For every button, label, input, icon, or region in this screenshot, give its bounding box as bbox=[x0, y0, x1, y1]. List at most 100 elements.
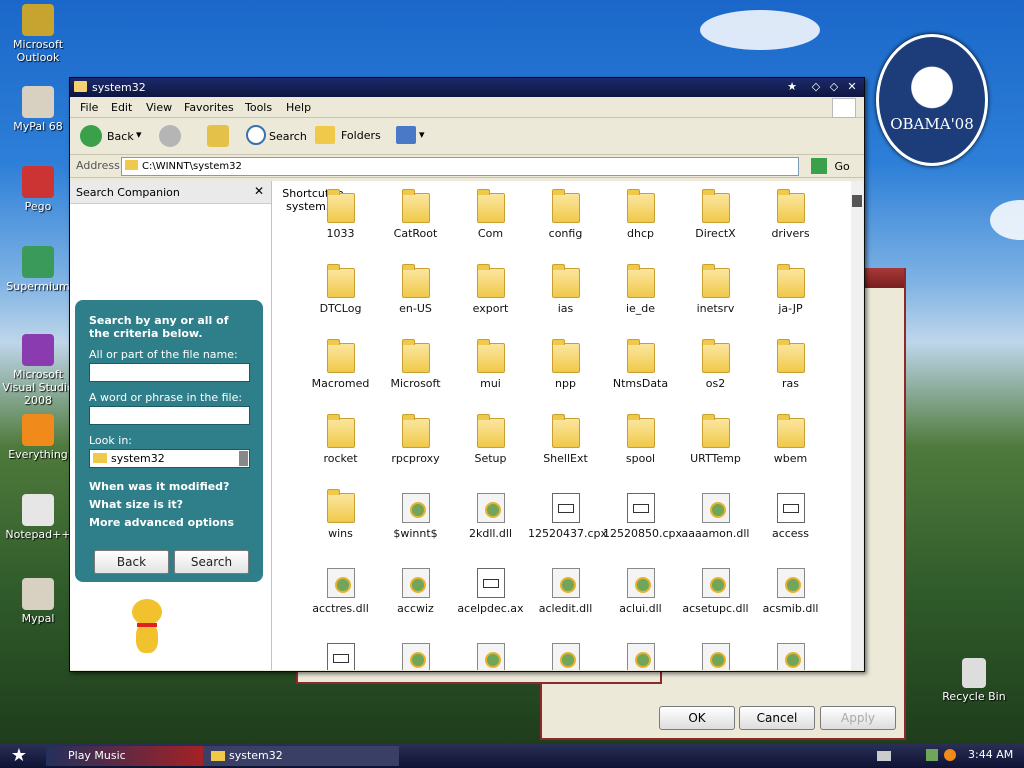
supermium-icon[interactable]: Supermium bbox=[0, 246, 76, 293]
close-button[interactable]: ✕ bbox=[846, 81, 858, 93]
pego-icon[interactable]: Pego bbox=[0, 166, 76, 213]
option-more-advanced[interactable]: More advanced options bbox=[89, 516, 234, 529]
option-what-size[interactable]: What size is it? bbox=[89, 498, 183, 511]
dropdown-icon[interactable] bbox=[239, 451, 248, 466]
file-item[interactable]: accwiz bbox=[378, 568, 453, 615]
file-item[interactable]: wins bbox=[303, 489, 378, 540]
apply-button[interactable]: Apply bbox=[820, 706, 896, 730]
file-item[interactable]: ie_de bbox=[603, 264, 678, 315]
companion-close-icon[interactable]: ✕ bbox=[254, 184, 264, 198]
search-dog-icon[interactable] bbox=[122, 599, 172, 663]
file-item[interactable]: 12520437.cpx bbox=[528, 493, 607, 540]
taskbar-play-music[interactable]: Play Music bbox=[46, 746, 218, 766]
search-button-label[interactable]: Search bbox=[269, 130, 307, 143]
file-item[interactable]: wbem bbox=[753, 414, 828, 465]
file-item[interactable]: URTTemp bbox=[678, 414, 753, 465]
file-item[interactable] bbox=[678, 643, 753, 670]
file-item[interactable]: ja-JP bbox=[753, 264, 828, 315]
visual-studio-icon[interactable]: Microsoft Visual Studio 2008 bbox=[0, 334, 76, 407]
menu-help[interactable]: Help bbox=[286, 101, 311, 114]
back-dropdown-icon[interactable]: ▾ bbox=[136, 128, 142, 141]
file-item[interactable] bbox=[753, 643, 828, 670]
file-item[interactable]: ias bbox=[528, 264, 603, 315]
views-dropdown-icon[interactable]: ▾ bbox=[419, 128, 425, 141]
forward-arrow-icon[interactable] bbox=[159, 125, 181, 147]
taskbar-system32[interactable]: system32 bbox=[203, 746, 399, 766]
folders-button-label[interactable]: Folders bbox=[341, 129, 381, 142]
companion-search-button[interactable]: Search bbox=[174, 550, 249, 574]
file-item[interactable]: Microsoft bbox=[378, 339, 453, 390]
clock[interactable]: 3:44 AM bbox=[968, 748, 1013, 761]
tray-network-icon[interactable] bbox=[926, 749, 938, 761]
tray-search-icon[interactable] bbox=[944, 749, 956, 761]
look-in-select[interactable]: system32 bbox=[89, 449, 250, 468]
file-item[interactable]: os2 bbox=[678, 339, 753, 390]
cancel-button[interactable]: Cancel bbox=[739, 706, 815, 730]
address-input[interactable]: C:\WINNT\system32 bbox=[121, 157, 799, 176]
file-item[interactable] bbox=[528, 643, 603, 670]
file-item[interactable]: rocket bbox=[303, 414, 378, 465]
file-item[interactable]: acsmib.dll bbox=[753, 568, 828, 615]
file-item[interactable]: Com bbox=[453, 189, 528, 240]
file-item[interactable]: acelpdec.ax bbox=[453, 568, 528, 615]
maximize-button[interactable]: ◇ bbox=[828, 81, 840, 93]
file-item[interactable]: ras bbox=[753, 339, 828, 390]
go-button[interactable]: Go bbox=[811, 158, 850, 174]
up-folder-icon[interactable] bbox=[207, 125, 229, 147]
file-item[interactable]: 2kdll.dll bbox=[453, 493, 528, 540]
file-item[interactable]: dhcp bbox=[603, 189, 678, 240]
vertical-scrollbar[interactable] bbox=[851, 181, 863, 670]
back-button-label[interactable]: Back bbox=[107, 130, 134, 143]
recycle-bin-icon[interactable]: Recycle Bin bbox=[936, 658, 1012, 703]
file-item[interactable] bbox=[378, 643, 453, 670]
back-arrow-icon[interactable] bbox=[80, 125, 102, 147]
file-item[interactable]: Setup bbox=[453, 414, 528, 465]
menu-tools[interactable]: Tools bbox=[245, 101, 272, 114]
file-item[interactable]: aaaamon.dll bbox=[678, 493, 753, 540]
everything-icon[interactable]: Everything bbox=[0, 414, 76, 461]
file-item[interactable] bbox=[303, 643, 378, 670]
notepadpp-icon[interactable]: Notepad++ bbox=[0, 494, 76, 541]
file-name-input[interactable] bbox=[89, 363, 250, 382]
star-icon[interactable]: ★ bbox=[786, 81, 798, 93]
scrollbar-thumb[interactable] bbox=[852, 195, 862, 207]
mypal68-icon[interactable]: MyPal 68 bbox=[0, 86, 76, 133]
file-item[interactable]: acctres.dll bbox=[303, 568, 378, 615]
word-phrase-input[interactable] bbox=[89, 406, 250, 425]
companion-back-button[interactable]: Back bbox=[94, 550, 169, 574]
file-item[interactable]: NtmsData bbox=[603, 339, 678, 390]
file-item[interactable]: mui bbox=[453, 339, 528, 390]
menu-favorites[interactable]: Favorites bbox=[184, 101, 234, 114]
file-item[interactable]: acsetupc.dll bbox=[678, 568, 753, 615]
file-item[interactable]: spool bbox=[603, 414, 678, 465]
file-item[interactable]: aclui.dll bbox=[603, 568, 678, 615]
menu-edit[interactable]: Edit bbox=[111, 101, 132, 114]
file-item[interactable]: $winnt$ bbox=[378, 493, 453, 540]
menu-view[interactable]: View bbox=[146, 101, 172, 114]
file-item[interactable]: drivers bbox=[753, 189, 828, 240]
views-icon[interactable] bbox=[396, 126, 416, 144]
file-item[interactable]: acledit.dll bbox=[528, 568, 603, 615]
file-item[interactable]: DTCLog bbox=[303, 264, 378, 315]
file-item[interactable]: inetsrv bbox=[678, 264, 753, 315]
file-item[interactable]: en-US bbox=[378, 264, 453, 315]
file-item[interactable]: CatRoot bbox=[378, 189, 453, 240]
file-item[interactable]: ShellExt bbox=[528, 414, 603, 465]
window-titlebar[interactable]: system32 ★ ◇ ◇ ✕ bbox=[70, 78, 864, 97]
file-item[interactable]: DirectX bbox=[678, 189, 753, 240]
file-item[interactable]: Macromed bbox=[303, 339, 378, 390]
mypal-icon[interactable]: Mypal bbox=[0, 578, 76, 625]
file-item[interactable]: 12520850.cpx bbox=[603, 493, 682, 540]
file-item[interactable] bbox=[453, 643, 528, 670]
menu-file[interactable]: File bbox=[80, 101, 98, 114]
folders-icon[interactable] bbox=[315, 126, 335, 144]
ok-button[interactable]: OK bbox=[659, 706, 735, 730]
search-icon[interactable] bbox=[246, 125, 266, 145]
file-item[interactable]: access bbox=[753, 493, 828, 540]
keyboard-icon[interactable] bbox=[877, 751, 891, 761]
file-item[interactable]: 1033 bbox=[303, 189, 378, 240]
option-when-modified[interactable]: When was it modified? bbox=[89, 480, 229, 493]
file-item[interactable] bbox=[603, 643, 678, 670]
outlook-icon[interactable]: Microsoft Outlook bbox=[0, 4, 76, 64]
file-item[interactable]: export bbox=[453, 264, 528, 315]
